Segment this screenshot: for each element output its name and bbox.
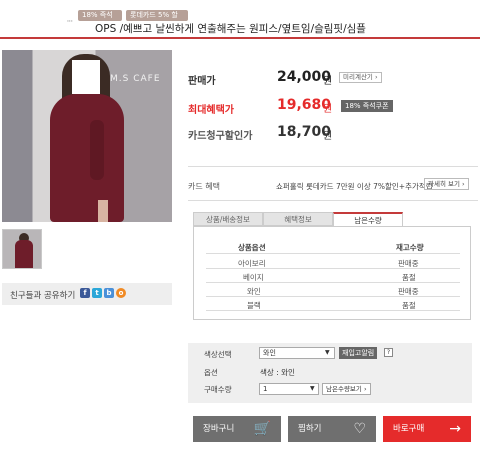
share-label: 친구들과 공유하기 [10, 291, 76, 301]
max-benefit-unit: 원 [323, 104, 333, 115]
other-share-icon[interactable]: o [116, 288, 126, 298]
cart-label: 장바구니 [203, 424, 235, 434]
title-prefix: ''' [67, 19, 73, 27]
chevron-down-icon: ▼ [310, 385, 315, 392]
model-leg [98, 200, 108, 222]
card-discount-badge: 롯데카드 5% 할인 [126, 10, 188, 30]
facebook-icon[interactable]: f [80, 288, 90, 298]
product-title: OPS /예쁘고 날씬하게 연출해주는 원피스/옆트임/슬림핏/심플 [95, 23, 366, 35]
face-blur [72, 60, 100, 94]
card-price-label: 카드청구할인가 [188, 131, 253, 142]
stock-header-qty: 재고수량 [396, 243, 424, 252]
buy-label: 바로구매 [393, 424, 425, 434]
wish-button[interactable]: 찜하기 ♡ [288, 416, 376, 442]
stock-divider [206, 310, 460, 311]
max-benefit-label: 최대혜택가 [188, 105, 234, 116]
product-photo[interactable]: M.S CAFE [2, 50, 172, 222]
stock-divider [206, 282, 460, 283]
product-thumbnail[interactable] [2, 229, 42, 269]
sale-price-label: 판매가 [188, 76, 216, 87]
tab-remaining-stock[interactable]: 남은수량 [333, 212, 403, 226]
stock-divider [206, 268, 460, 269]
card-detail-button[interactable]: 자세히 보기 › [424, 178, 469, 190]
blog-icon[interactable]: b [104, 288, 114, 298]
model-arm [90, 120, 104, 180]
card-benefit-text: 쇼퍼홀릭 롯데카드 7만원 이상 7%할인+추가적립 [276, 182, 433, 191]
model-dress [50, 94, 124, 222]
sale-price-unit: 원 [323, 76, 333, 87]
price-calculator-button[interactable]: 미리계산기 › [339, 72, 382, 83]
color-select[interactable]: 와인 [259, 347, 335, 359]
tab-product-shipping[interactable]: 상품/배송정보 [193, 212, 263, 226]
divider [188, 166, 478, 167]
instant-coupon-badge: 18% 즉석쿠폰 [341, 100, 393, 112]
calc-label: 미리계산기 [343, 73, 373, 81]
stock-divider [206, 253, 460, 254]
info-tabs: 상품/배송정보 혜택정보 남은수량 [193, 212, 471, 226]
quantity-label: 구매수량 [204, 385, 232, 394]
card-detail-label: 자세히 보기 [428, 180, 460, 188]
stock-header-option: 상품옵션 [238, 243, 266, 252]
photo-sign-text: M.S CAFE [110, 74, 161, 84]
coupon-badge: 18% 즉석쿠폰 [78, 10, 122, 30]
tab-benefits[interactable]: 혜택정보 [263, 212, 333, 226]
chevron-down-icon: ▼ [325, 349, 330, 356]
stock-panel [193, 226, 471, 320]
arrow-right-icon: → [449, 421, 461, 437]
card-price-unit: 원 [323, 131, 333, 142]
divider [188, 200, 478, 201]
store-logo [4, 6, 66, 30]
card-benefit-label: 카드 혜택 [188, 182, 220, 191]
thumb-dress [15, 240, 33, 268]
option-label: 옵션 [204, 368, 218, 377]
stock-divider [206, 296, 460, 297]
remaining-qty-label: 남은수량보기 [326, 385, 362, 393]
heart-icon: ♡ [353, 421, 366, 437]
option-value: 색상 : 와인 [260, 368, 295, 377]
buy-now-button[interactable]: 바로구매 → [383, 416, 471, 442]
color-select-label: 색상선택 [204, 350, 232, 359]
help-icon[interactable]: ? [384, 348, 393, 357]
cart-icon: 🛒 [253, 421, 271, 437]
wish-label: 찜하기 [298, 424, 322, 434]
cart-button[interactable]: 장바구니 🛒 [193, 416, 281, 442]
header-divider [0, 37, 480, 39]
restock-alert-button[interactable]: 재입고알림 [339, 347, 378, 359]
twitter-icon[interactable]: t [92, 288, 102, 298]
remaining-qty-button[interactable]: 남은수량보기 › [322, 383, 371, 395]
